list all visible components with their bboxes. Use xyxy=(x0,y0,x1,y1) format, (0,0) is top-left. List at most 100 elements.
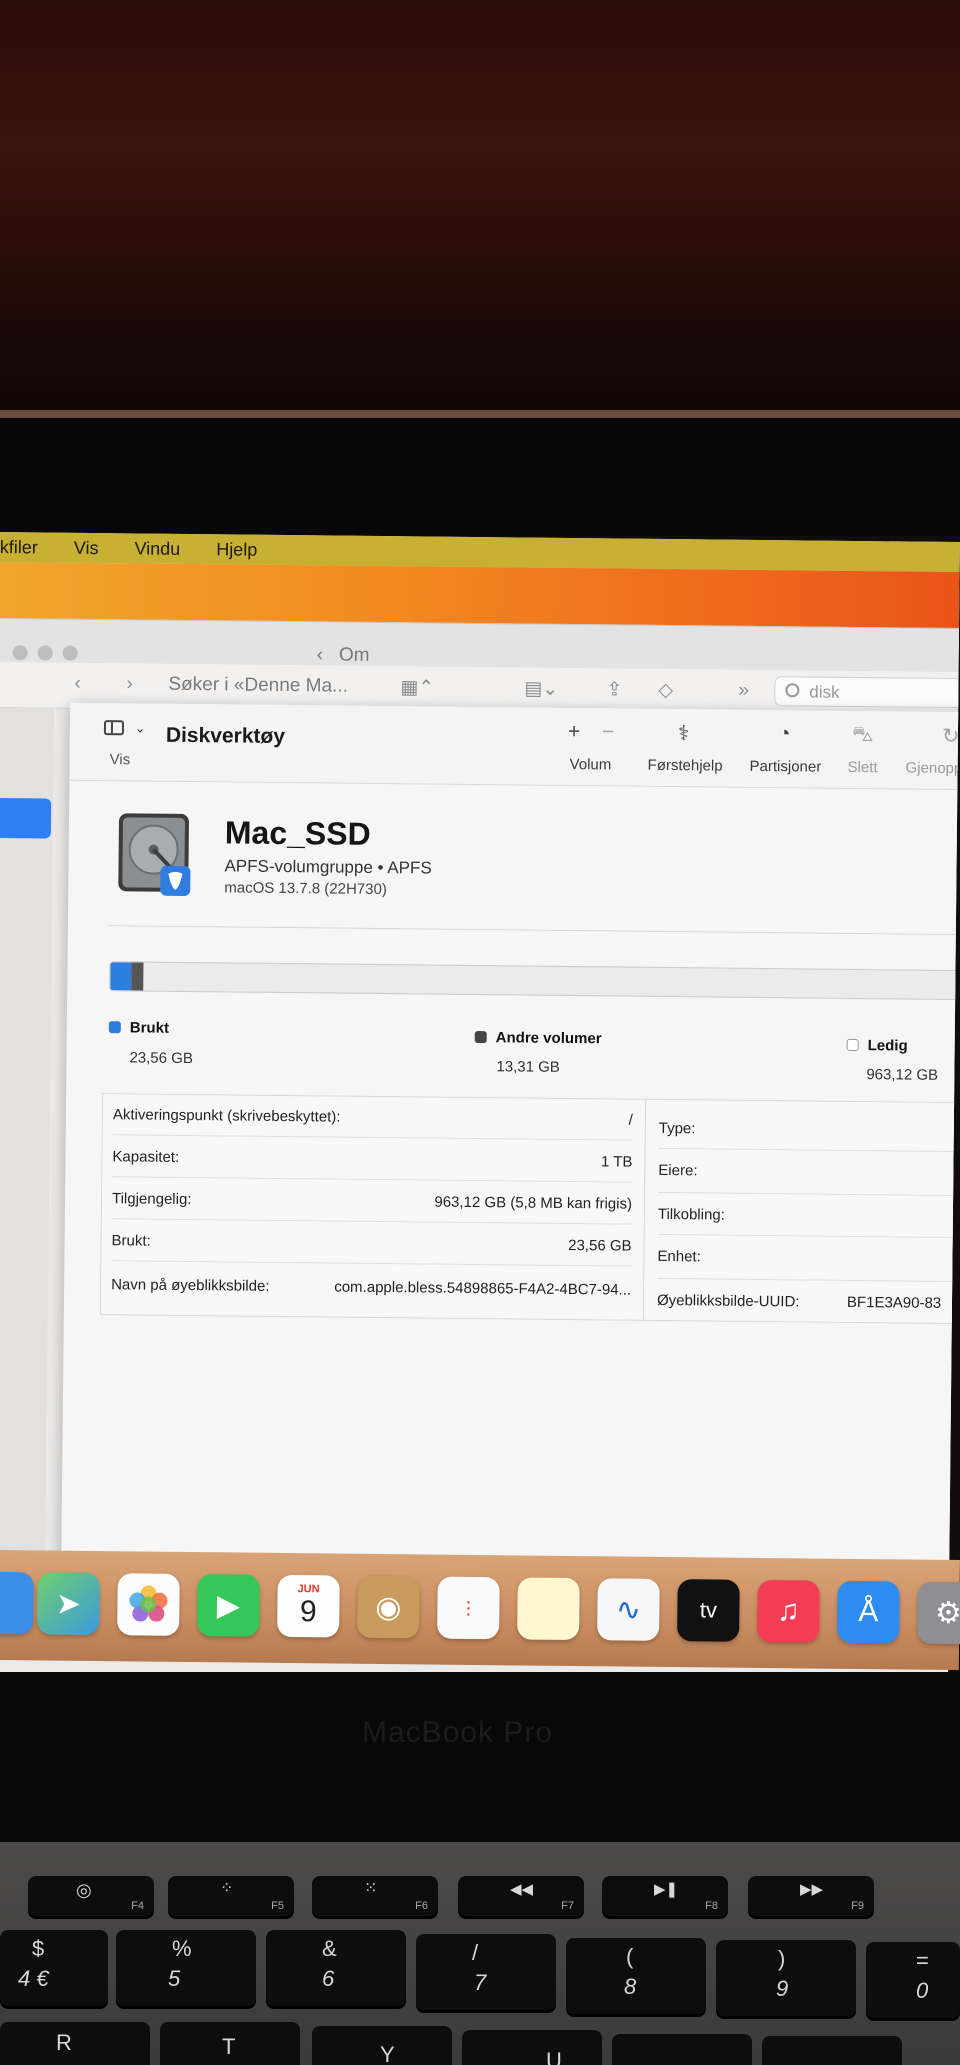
info-divider xyxy=(642,1099,647,1320)
menu-item-kfiler[interactable]: kfiler xyxy=(0,536,38,557)
volume-button-label[interactable]: Volum xyxy=(570,756,612,773)
photos-dock-icon[interactable] xyxy=(117,1573,180,1636)
erase-button[interactable]: Slett xyxy=(847,759,877,776)
forward-chevron-icon[interactable]: › xyxy=(126,673,133,695)
restore-icon[interactable]: ↻ xyxy=(942,724,960,749)
legend-other: Andre volumer xyxy=(474,1029,602,1047)
info-key: Navn på øyeblikksbilde: xyxy=(111,1276,270,1295)
apple-tv-dock-icon[interactable]: tv xyxy=(677,1579,740,1642)
reminders-dock-icon[interactable]: ⋮ xyxy=(437,1576,500,1640)
info-value: com.apple.bless.54898865-F4A2-4BC7-94... xyxy=(334,1278,632,1299)
row-divider xyxy=(111,1218,632,1225)
legend-used: Brukt xyxy=(108,1019,169,1037)
settings-dock-icon[interactable]: ⚙ xyxy=(917,1581,960,1645)
restore-button[interactable]: Gjenopp xyxy=(905,759,959,777)
key-f9[interactable]: ▶▶ F9 xyxy=(748,1876,874,1916)
grid-view-icon[interactable]: ▦⌃ xyxy=(400,676,434,699)
key-4[interactable]: $4 € xyxy=(0,1930,108,2006)
first-aid-button[interactable]: Førstehjelp xyxy=(648,757,723,775)
info-key: Tilgjengelig: xyxy=(111,1190,192,1209)
app-store-dock-icon[interactable]: Å xyxy=(837,1580,900,1644)
disk-utility-window: ⌄ Vis Diskverktøy + − Volum ⚕ Førstehjel… xyxy=(61,702,960,1573)
info-key: Kapasitet: xyxy=(112,1148,180,1166)
zoom-window-button[interactable] xyxy=(62,645,78,661)
free-swatch xyxy=(846,1038,859,1052)
key-t[interactable]: T xyxy=(160,2022,300,2065)
minimize-window-button[interactable] xyxy=(37,645,53,661)
key-i[interactable] xyxy=(612,2034,752,2065)
key-f6[interactable]: ⁙ F6 xyxy=(312,1876,438,1916)
key-9[interactable]: ) 9 xyxy=(716,1940,856,2016)
info-row: Tilgjengelig: 963,12 GB (5,8 MB kan frig… xyxy=(112,1184,632,1219)
legend-other-value: 13,31 GB xyxy=(496,1058,560,1076)
more-chevrons-icon[interactable]: » xyxy=(738,680,749,702)
remove-volume-icon[interactable]: − xyxy=(602,720,615,744)
share-icon[interactable]: ⇪ xyxy=(606,678,622,701)
freeform-dock-icon[interactable]: ∿ xyxy=(597,1578,660,1641)
sidebar-icon xyxy=(103,720,125,736)
menu-item-vis[interactable]: Vis xyxy=(74,537,99,558)
photos-flower-icon xyxy=(129,1585,168,1622)
info-row: Brukt: 23,56 GB xyxy=(111,1226,631,1261)
add-volume-icon[interactable]: + xyxy=(568,720,581,744)
key-f8[interactable]: ▶❚ F8 xyxy=(602,1876,728,1916)
key-0[interactable]: = 0 xyxy=(866,1942,960,2018)
laptop-bezel xyxy=(0,418,960,536)
finder-sidebar-selected-item[interactable] xyxy=(0,797,52,839)
maps-dock-icon[interactable]: ➤ xyxy=(37,1572,100,1636)
finder-dock-icon[interactable] xyxy=(0,1571,34,1635)
menu-item-hjelp[interactable]: Hjelp xyxy=(216,539,257,560)
row-divider xyxy=(657,1277,960,1283)
key-o[interactable] xyxy=(762,2036,902,2065)
menu-item-vindu[interactable]: Vindu xyxy=(134,538,180,559)
key-y[interactable]: Y xyxy=(312,2026,452,2065)
notes-dock-icon[interactable] xyxy=(517,1577,580,1641)
laptop-screen: kfiler Vis Vindu Hjelp ‹ Om ‹ › Søker i … xyxy=(0,532,960,1692)
facetime-dock-icon[interactable]: ▶ xyxy=(197,1574,260,1637)
legend-free-label: Ledig xyxy=(867,1037,908,1055)
key-f7[interactable]: ◀◀ F7 xyxy=(458,1876,584,1916)
wall-trim xyxy=(0,410,960,418)
key-6[interactable]: & 6 xyxy=(266,1930,406,2006)
contacts-dock-icon[interactable]: ◉ xyxy=(357,1575,420,1639)
stethoscope-icon[interactable]: ⚕ xyxy=(678,721,690,746)
search-query: disk xyxy=(809,682,840,702)
chevron-left-icon[interactable]: ‹ xyxy=(317,644,324,665)
info-key: Enhet: xyxy=(657,1247,701,1266)
key-f5[interactable]: ⁘ F5 xyxy=(168,1876,294,1916)
key-5[interactable]: % 5 xyxy=(116,1930,256,2006)
wall-background xyxy=(0,0,960,415)
group-icon[interactable]: ▤⌄ xyxy=(524,678,558,701)
row-divider xyxy=(658,1147,960,1153)
finder-search-field[interactable]: disk xyxy=(774,676,960,709)
dock: ➤ ▶ JUN 9 ◉ ⋮ ∿ tv ♫ Å ⚙ xyxy=(0,1550,960,1671)
info-row: Kapasitet: 1 TB xyxy=(112,1142,632,1177)
info-key: Eiere: xyxy=(658,1161,698,1180)
key-u[interactable]: U xyxy=(462,2030,602,2065)
pie-partition-icon[interactable]: ◔ xyxy=(778,722,791,746)
back-chevron-icon[interactable]: ‹ xyxy=(74,673,81,695)
calendar-dock-icon[interactable]: JUN 9 xyxy=(277,1574,340,1638)
laptop-brand-label: MacBook Pro xyxy=(362,1716,554,1749)
storage-usage-bar xyxy=(109,961,960,1001)
sidebar-toggle-button[interactable]: ⌄ xyxy=(103,717,146,737)
disk-utility-toolbar: ⌄ Vis Diskverktøy + − Volum ⚕ Førstehjel… xyxy=(69,702,960,791)
key-r[interactable]: R xyxy=(0,2022,150,2065)
info-row: Aktiveringspunkt (skrivebeskyttet): / xyxy=(113,1100,633,1135)
storage-bar-other-volumes xyxy=(131,962,144,991)
volume-os-version: macOS 13.7.8 (22H730) xyxy=(224,879,387,899)
partition-button[interactable]: Partisjoner xyxy=(749,758,821,776)
row-divider xyxy=(112,1176,633,1183)
tag-icon[interactable]: ◇ xyxy=(658,679,673,702)
key-8[interactable]: (8 xyxy=(566,1938,706,2014)
row-divider xyxy=(658,1191,960,1197)
finder-path-title: Søker i «Denne Ma... xyxy=(168,673,349,697)
volume-subtitle: APFS-volumgruppe • APFS xyxy=(224,856,432,878)
info-value: 23,56 GB xyxy=(568,1236,632,1255)
key-7[interactable]: /7 xyxy=(416,1934,556,2010)
erase-drive-icon[interactable]: ⛍ xyxy=(852,723,874,749)
key-f4[interactable]: ◎ F4 xyxy=(28,1876,154,1916)
info-row: Type: xyxy=(659,1114,959,1147)
close-window-button[interactable] xyxy=(12,645,28,661)
music-dock-icon[interactable]: ♫ xyxy=(757,1579,820,1643)
